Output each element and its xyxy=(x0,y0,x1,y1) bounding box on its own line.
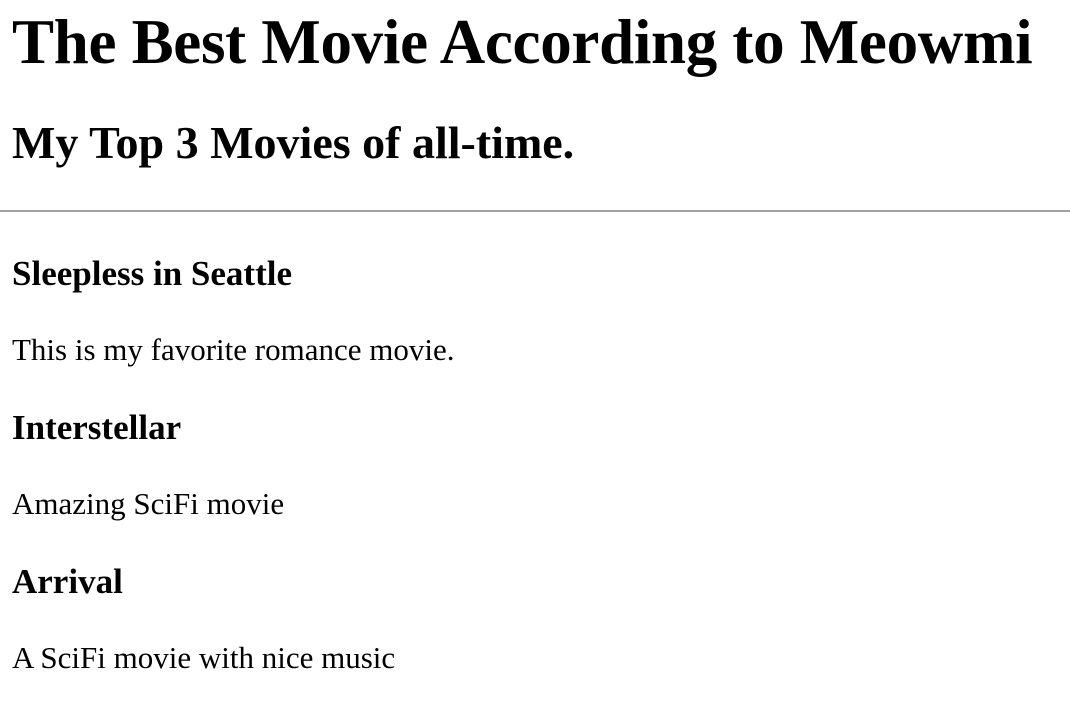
movie-title: Interstellar xyxy=(12,408,182,447)
movie-title: Sleepless in Seattle xyxy=(12,254,292,293)
movie-list: Sleepless in Seattle This is my favorite… xyxy=(12,254,1058,676)
movie-description: A SciFi movie with nice music xyxy=(12,640,396,675)
page-content: The Best Movie According to Meowmi My To… xyxy=(0,0,1070,676)
divider xyxy=(0,210,1070,212)
movie-title: Arrival xyxy=(12,562,123,601)
page-title: The Best Movie According to Meowmi xyxy=(12,7,1033,77)
movie-description: This is my favorite romance movie. xyxy=(12,332,455,367)
movie-description: Amazing SciFi movie xyxy=(12,486,285,521)
movie-item: Arrival A SciFi movie with nice music xyxy=(12,562,1058,676)
movie-item: Sleepless in Seattle This is my favorite… xyxy=(12,254,1058,368)
movie-item: Interstellar Amazing SciFi movie xyxy=(12,408,1058,522)
page-subtitle: My Top 3 Movies of all-time. xyxy=(12,117,575,168)
